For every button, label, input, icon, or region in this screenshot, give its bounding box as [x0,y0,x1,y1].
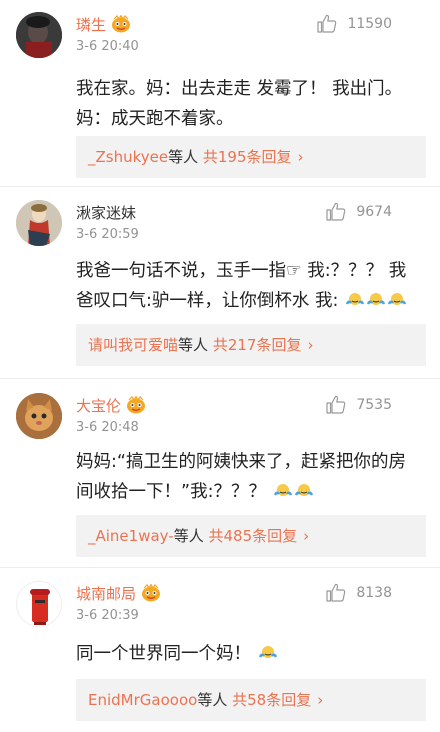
author-row: 城南邮局 [76,581,161,605]
avatar-image [16,12,62,58]
like-count: 7535 [356,396,392,413]
comment-item: 璘生 3-6 20:40 11590 我在家。妈：出去走走 发霉了！ 我出门。 … [0,12,440,182]
comment-item: 城南邮局 3-6 20:39 8138 同一个世界同一个妈！ EnidMrGao… [0,581,440,731]
vip-badge-icon [127,396,146,414]
reply-connector: 等人 [173,527,204,545]
chevron-right-icon: › [297,148,304,166]
author-name[interactable]: 大宝伦 [76,395,121,416]
thumbs-up-icon [326,202,346,221]
avatar[interactable] [16,12,62,58]
comment-line: 同一个世界同一个妈！ [76,639,426,669]
like-button[interactable]: 11590 [317,14,392,33]
reply-connector: 等人 [178,336,209,354]
comment-line: 间收拾一下！”我:？？？ [76,477,426,507]
emoji-face-icon [366,293,386,305]
chevron-right-icon: › [303,527,310,545]
comment-line-text: 爸叹口气:驴一样，让你倒杯水 我: [76,291,339,311]
reply-user[interactable]: _Zshukyee [88,148,168,166]
thumbs-up-icon [317,14,337,33]
author-row: 湫家迷妹 [76,200,136,224]
divider [0,378,440,379]
author-name[interactable]: 璘生 [76,14,106,35]
avatar[interactable] [16,200,62,246]
chevron-right-icon: › [307,336,314,354]
comment-line: 爸叹口气:驴一样，让你倒杯水 我: [76,286,426,316]
replies-summary[interactable]: 请叫我可爱喵等人 共217条回复 › [76,324,426,366]
author-name[interactable]: 城南邮局 [76,583,136,604]
comment-time: 3-6 20:48 [76,420,139,435]
reply-count[interactable]: 共217条回复 [213,336,302,354]
comment-text: 我在家。妈：出去走走 发霉了！ 我出门。 妈：成天跑不着家。 [76,74,426,134]
reply-count[interactable]: 共195条回复 [203,148,292,166]
reply-connector: 等人 [197,691,228,709]
avatar[interactable] [16,581,62,627]
reply-user[interactable]: 请叫我可爱喵 [88,336,178,354]
chevron-right-icon: › [317,691,324,709]
comment-text: 我爸一句话不说，玉手一指☞ 我:？？？ 我 爸叹口气:驴一样，让你倒杯水 我: [76,256,426,316]
reply-user[interactable]: _Aine1way- [88,527,174,545]
author-row: 大宝伦 [76,393,146,417]
avatar-image [16,200,62,246]
divider [0,186,440,187]
replies-summary[interactable]: _Aine1way-等人 共485条回复 › [76,515,426,557]
comment-time: 3-6 20:59 [76,227,139,242]
like-button[interactable]: 7535 [326,395,392,414]
reply-user[interactable]: EnidMrGaoooo [88,691,197,709]
thumbs-up-icon [326,583,346,602]
emoji-face-icon [345,293,365,305]
emoji-face-icon [294,484,313,496]
reply-count[interactable]: 共485条回复 [209,527,298,545]
emoji-face-icon [387,293,407,305]
vip-badge-icon [112,15,131,33]
avatar-image [16,393,62,439]
comment-time: 3-6 20:40 [76,39,139,54]
comment-line: 妈妈:“搞卫生的阿姨快来了，赶紧把你的房 [76,452,406,472]
emoji-face-icon [273,484,292,496]
reply-count[interactable]: 共58条回复 [232,691,311,709]
like-button[interactable]: 8138 [326,583,392,602]
comment-line-text: 间收拾一下！”我:？？？ [76,482,266,502]
vip-badge-icon [142,584,161,602]
author-row: 璘生 [76,12,131,36]
like-count: 8138 [356,584,392,601]
emoji-face-icon [258,646,277,658]
avatar[interactable] [16,393,62,439]
comment-item: 湫家迷妹 3-6 20:59 9674 我爸一句话不说，玉手一指☞ 我:？？？ … [0,200,440,380]
like-count: 11590 [347,15,392,32]
like-button[interactable]: 9674 [326,202,392,221]
comment-item: 大宝伦 3-6 20:48 7535 妈妈:“搞卫生的阿姨快来了，赶紧把你的房 … [0,393,440,573]
reply-connector: 等人 [168,148,199,166]
author-name[interactable]: 湫家迷妹 [76,202,136,223]
comment-text: 妈妈:“搞卫生的阿姨快来了，赶紧把你的房 间收拾一下！”我:？？？ [76,447,426,507]
replies-summary[interactable]: EnidMrGaoooo等人 共58条回复 › [76,679,426,721]
comment-line-text: 同一个世界同一个妈！ [76,644,251,664]
comment-line: 我在家。妈：出去走走 发霉了！ 我出门。 [76,79,403,99]
thumbs-up-icon [326,395,346,414]
comment-line: 我爸一句话不说，玉手一指☞ 我:？？？ 我 [76,261,407,281]
divider [0,567,440,568]
replies-summary[interactable]: _Zshukyee等人 共195条回复 › [76,136,426,178]
comment-time: 3-6 20:39 [76,608,139,623]
comment-text: 同一个世界同一个妈！ [76,639,426,669]
mailbox-avatar-image [17,582,61,626]
like-count: 9674 [356,203,392,220]
comment-line: 妈：成天跑不着家。 [76,109,234,129]
